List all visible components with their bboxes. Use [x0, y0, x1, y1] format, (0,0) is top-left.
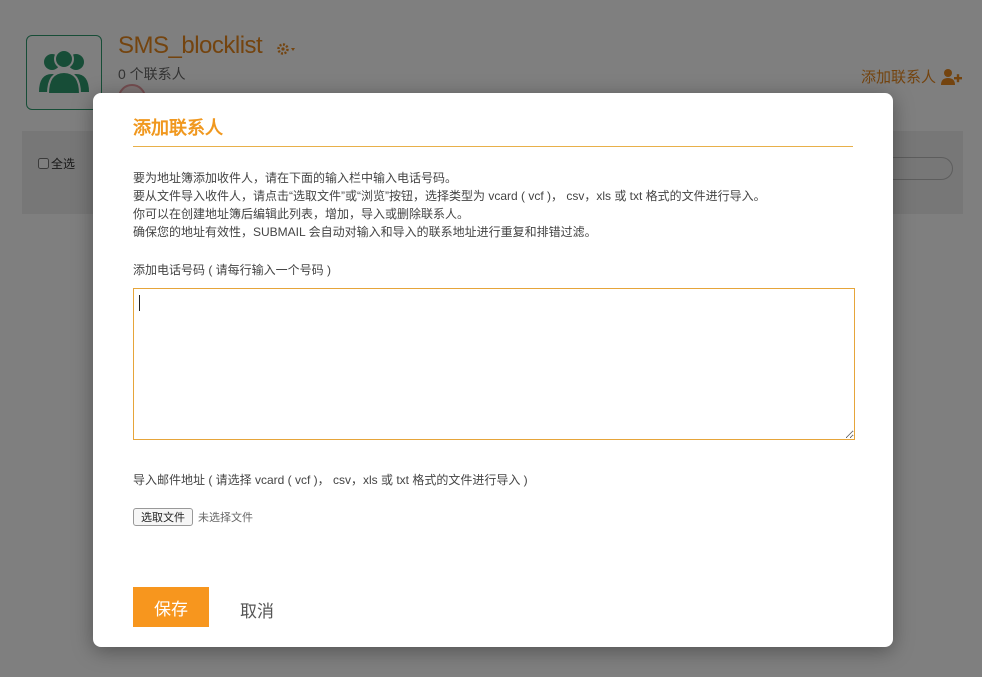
instruction-line: 确保您的地址有效性，SUBMAIL 会自动对输入和导入的联系地址进行重复和排错过… — [133, 225, 597, 239]
dialog-instructions: 要为地址簿添加收件人，请在下面的输入栏中输入电话号码。 要从文件导入收件人，请点… — [133, 169, 853, 241]
file-status: 未选择文件 — [198, 512, 253, 524]
dialog-title: 添加联系人 — [133, 118, 223, 138]
text-caret — [139, 295, 140, 311]
save-button[interactable]: 保存 — [133, 587, 209, 627]
instruction-line: 你可以在创建地址簿后编辑此列表，增加，导入或删除联系人。 — [133, 207, 470, 221]
instruction-line: 要为地址簿添加收件人，请在下面的输入栏中输入电话号码。 — [133, 171, 458, 185]
instruction-line: 要从文件导入收件人，请点击“选取文件”或“浏览”按钮，选择类型为 vcard (… — [133, 189, 766, 203]
title-divider — [133, 146, 853, 147]
choose-file-button[interactable]: 选取文件 — [133, 508, 193, 526]
cancel-button[interactable]: 取消 — [240, 597, 274, 622]
phone-numbers-textarea[interactable] — [133, 288, 855, 440]
file-picker: 选取文件 未选择文件 — [133, 508, 253, 526]
add-contact-dialog: 添加联系人 要为地址簿添加收件人，请在下面的输入栏中输入电话号码。 要从文件导入… — [93, 93, 893, 647]
phone-numbers-label: 添加电话号码 ( 请每行输入一个号码 ) — [133, 263, 331, 277]
import-file-label: 导入邮件地址 ( 请选择 vcard ( vcf )， csv，xls 或 tx… — [133, 473, 528, 487]
